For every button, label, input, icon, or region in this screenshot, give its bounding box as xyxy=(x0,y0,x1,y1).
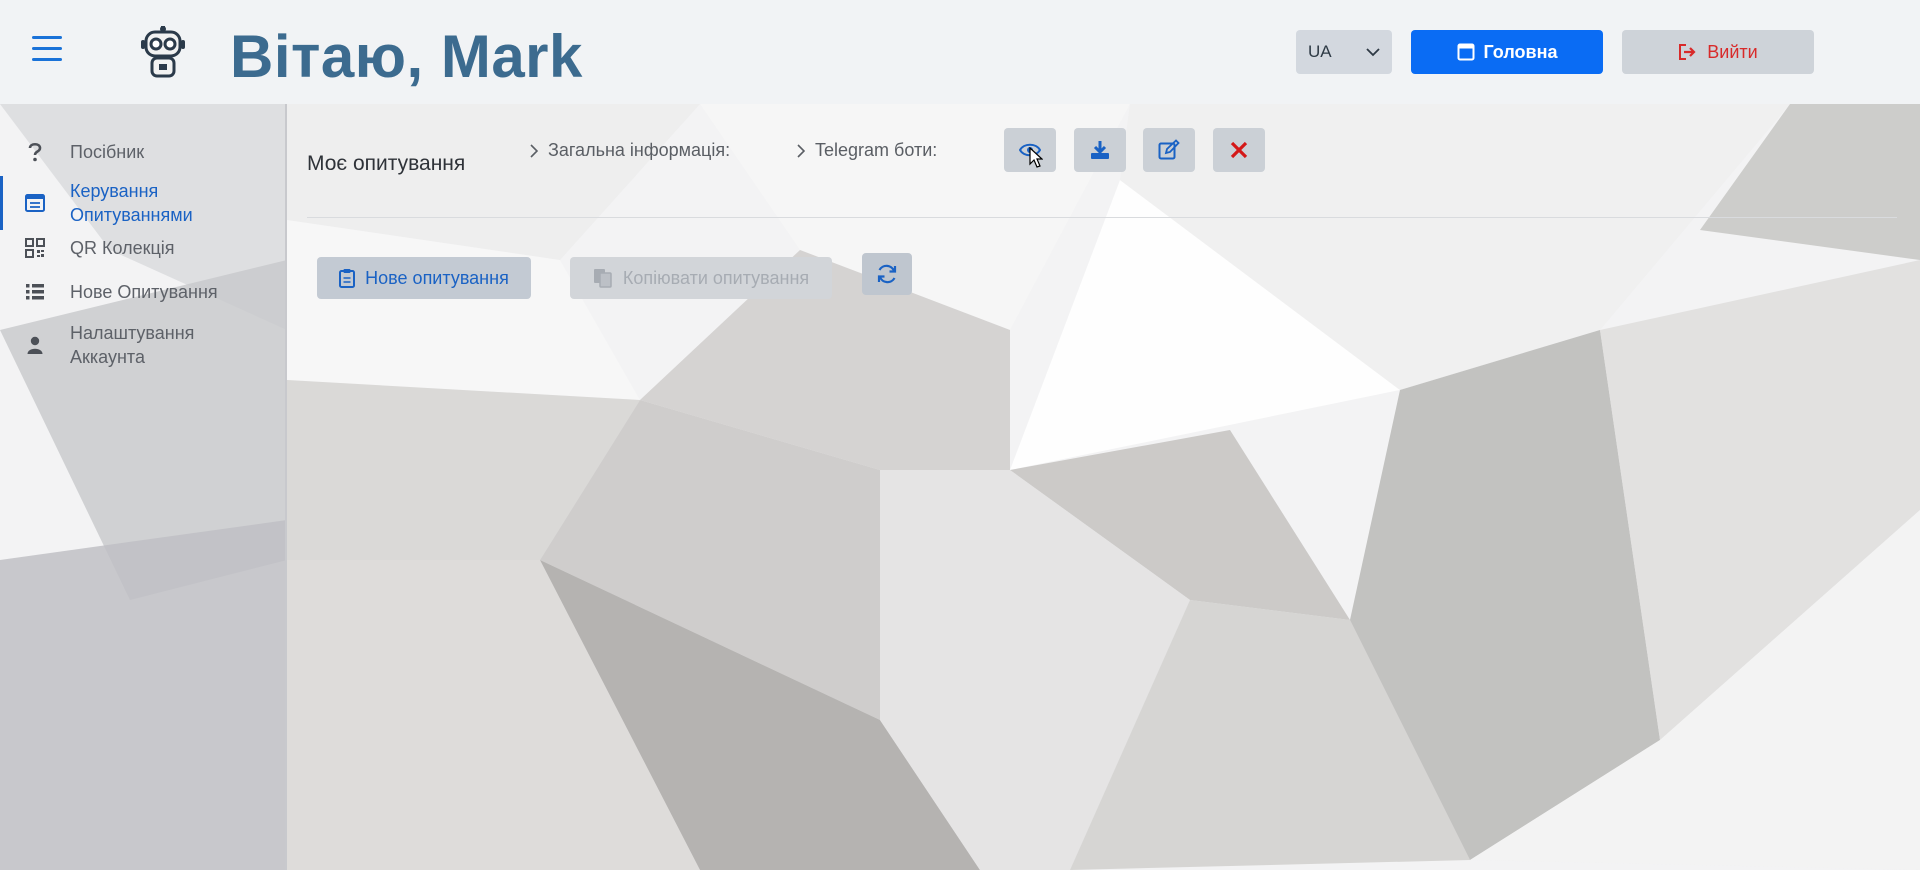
logout-button[interactable]: Вийти xyxy=(1622,30,1814,74)
breadcrumb-label: Telegram боти: xyxy=(815,140,938,160)
user-icon xyxy=(0,336,70,354)
sidebar-item-guide[interactable]: Посібник xyxy=(0,132,284,172)
window-icon xyxy=(1457,43,1474,61)
hamburger-menu-icon[interactable] xyxy=(32,36,62,62)
download-icon xyxy=(1091,141,1109,159)
page-title: Моє опитування xyxy=(307,152,466,175)
chevron-down-icon xyxy=(1366,47,1380,56)
welcome-title: Вітаю, Mark xyxy=(230,23,583,90)
edit-button[interactable] xyxy=(1143,128,1195,172)
toolbar-divider xyxy=(307,217,1897,218)
language-select[interactable]: UA xyxy=(1296,30,1392,74)
new-poll-button-label: Нове опитування xyxy=(365,267,509,288)
sidebar-item-poll-management[interactable]: Керування Опитуваннями xyxy=(0,174,284,232)
language-value: UA xyxy=(1308,42,1332,61)
copy-poll-button-label: Копіювати опитування xyxy=(622,267,810,288)
refresh-icon xyxy=(877,264,897,284)
breadcrumb-general-info[interactable]: Загальна інформація: xyxy=(530,140,730,161)
home-button-label: Головна xyxy=(1483,41,1558,62)
chevron-right-icon xyxy=(797,143,805,158)
clipboard-icon xyxy=(339,269,356,288)
table-icon xyxy=(0,194,70,212)
copy-poll-button[interactable]: Копіювати опитування xyxy=(570,257,832,299)
breadcrumb-label: Загальна інформація: xyxy=(548,140,731,160)
sidebar-item-qr-collection[interactable]: QR Колекція xyxy=(0,228,284,268)
delete-icon xyxy=(1230,141,1248,159)
sidebar-item-label: Посібник xyxy=(70,141,145,162)
sidebar-item-account-settings[interactable]: Налаштування Аккаунта xyxy=(0,316,284,374)
breadcrumb-telegram-bots[interactable]: Telegram боти: xyxy=(797,140,937,161)
sign-out-icon xyxy=(1679,44,1696,60)
edit-icon xyxy=(1158,139,1180,160)
logout-button-label: Вийти xyxy=(1707,41,1758,62)
sidebar: Посібник Керування Опитуваннями QR Колек xyxy=(0,104,287,870)
sidebar-item-new-poll[interactable]: Нове Опитування xyxy=(0,272,284,312)
top-header: Вітаю, Mark UA Головна Вийти xyxy=(0,0,1920,104)
qr-code-icon xyxy=(0,238,70,258)
question-icon xyxy=(0,142,70,162)
chevron-right-icon xyxy=(530,143,538,158)
refresh-button[interactable] xyxy=(862,253,912,295)
sidebar-item-label: Нове Опитування xyxy=(70,281,218,302)
robot-logo-icon xyxy=(140,26,186,78)
home-button[interactable]: Головна xyxy=(1411,30,1603,74)
copy-icon xyxy=(593,269,612,288)
sidebar-item-label: Керування Опитуваннями xyxy=(70,181,193,225)
new-poll-button[interactable]: Нове опитування xyxy=(317,257,531,299)
background-pattern xyxy=(0,0,1920,870)
sidebar-item-label: Налаштування Аккаунта xyxy=(70,323,195,367)
sidebar-item-label: QR Колекція xyxy=(70,237,175,258)
mouse-cursor-icon xyxy=(1029,146,1044,174)
download-button[interactable] xyxy=(1074,128,1126,172)
delete-button[interactable] xyxy=(1213,128,1265,172)
list-icon xyxy=(0,283,70,301)
